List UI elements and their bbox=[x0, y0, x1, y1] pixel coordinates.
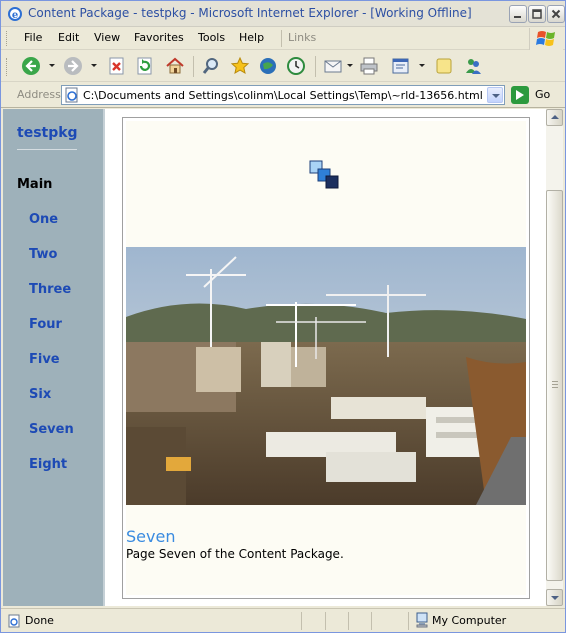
sidebar-item-two[interactable]: Two bbox=[29, 247, 57, 262]
menu-view[interactable]: View bbox=[94, 31, 120, 44]
sidebar-item-six[interactable]: Six bbox=[29, 387, 51, 402]
refresh-icon[interactable] bbox=[135, 56, 155, 76]
scroll-down-button[interactable] bbox=[546, 589, 563, 606]
menu-tools[interactable]: Tools bbox=[198, 31, 225, 44]
ie-logo-icon: e bbox=[8, 7, 22, 21]
title-bar[interactable]: e Content Package - testpkg - Microsoft … bbox=[1, 1, 565, 27]
vertical-scrollbar[interactable] bbox=[546, 109, 563, 606]
status-separator bbox=[371, 612, 372, 630]
status-separator bbox=[325, 612, 326, 630]
scroll-up-button[interactable] bbox=[546, 109, 563, 126]
minimize-button[interactable] bbox=[509, 5, 527, 23]
toolbar-separator bbox=[193, 56, 194, 77]
page-panel: Seven Page Seven of the Content Package. bbox=[116, 111, 548, 604]
go-button[interactable]: Go bbox=[509, 85, 561, 105]
forward-icon[interactable] bbox=[63, 56, 83, 76]
sidebar-section-main[interactable]: Main bbox=[17, 177, 52, 192]
menu-edit[interactable]: Edit bbox=[58, 31, 79, 44]
home-icon[interactable] bbox=[165, 56, 185, 76]
address-input[interactable]: C:\Documents and Settings\colinm\Local S… bbox=[83, 89, 483, 102]
maximize-icon bbox=[532, 9, 542, 19]
edit-icon[interactable] bbox=[391, 56, 411, 76]
status-separator bbox=[408, 612, 409, 630]
go-arrow-icon bbox=[511, 86, 529, 104]
sidebar-item-eight[interactable]: Eight bbox=[29, 457, 67, 472]
package-logo-icon bbox=[309, 160, 339, 189]
menu-help[interactable]: Help bbox=[239, 31, 264, 44]
status-separator bbox=[301, 612, 302, 630]
page-frame: Seven Page Seven of the Content Package. bbox=[122, 117, 530, 599]
menu-favorites[interactable]: Favorites bbox=[134, 31, 184, 44]
menu-grip[interactable] bbox=[6, 31, 9, 46]
svg-text:e: e bbox=[12, 10, 18, 21]
maximize-button[interactable] bbox=[528, 5, 546, 23]
page-body: Seven Page Seven of the Content Package. bbox=[126, 121, 526, 595]
messenger-icon[interactable] bbox=[463, 56, 483, 76]
links-label[interactable]: Links bbox=[288, 31, 316, 44]
scroll-thumb[interactable] bbox=[546, 190, 563, 581]
mail-icon[interactable] bbox=[323, 56, 343, 76]
search-icon[interactable] bbox=[201, 56, 221, 76]
history-icon[interactable] bbox=[286, 56, 306, 76]
page-heading: Seven bbox=[126, 527, 176, 546]
toolbar-grip[interactable] bbox=[6, 58, 9, 76]
links-separator bbox=[281, 30, 282, 47]
ie-window: e Content Package - testpkg - Microsoft … bbox=[0, 0, 566, 633]
page-description: Page Seven of the Content Package. bbox=[126, 547, 344, 561]
status-text: Done bbox=[25, 614, 54, 627]
sidebar-item-three[interactable]: Three bbox=[29, 282, 71, 297]
address-label: Address bbox=[17, 88, 61, 101]
discuss-icon[interactable] bbox=[434, 56, 454, 76]
back-icon[interactable] bbox=[21, 56, 41, 76]
windows-logo bbox=[529, 28, 563, 50]
favorites-star-icon[interactable] bbox=[230, 56, 250, 76]
browser-content: testpkg Main One Two Three Four Five Six… bbox=[3, 109, 563, 606]
windows-flag-icon bbox=[536, 31, 555, 46]
package-sidebar: testpkg Main One Two Three Four Five Six… bbox=[3, 109, 105, 606]
close-button[interactable] bbox=[547, 5, 565, 23]
menu-bar: File Edit View Favorites Tools Help Link… bbox=[1, 27, 565, 50]
security-zone-label: My Computer bbox=[432, 614, 507, 627]
stop-icon[interactable] bbox=[107, 56, 127, 76]
construction-site-photo bbox=[126, 247, 526, 505]
toolbar-separator bbox=[315, 56, 316, 77]
page-icon bbox=[65, 87, 78, 103]
close-icon bbox=[551, 9, 561, 19]
print-icon[interactable] bbox=[359, 56, 379, 76]
window-title: Content Package - testpkg - Microsoft In… bbox=[28, 6, 472, 20]
edit-dropdown[interactable] bbox=[419, 64, 425, 67]
sidebar-item-one[interactable]: One bbox=[29, 212, 58, 227]
mail-dropdown[interactable] bbox=[347, 64, 353, 67]
media-icon[interactable] bbox=[258, 56, 278, 76]
my-computer-icon bbox=[416, 612, 428, 628]
back-dropdown[interactable] bbox=[49, 64, 55, 67]
address-dropdown-button[interactable] bbox=[487, 87, 503, 103]
status-bar: Done My Computer bbox=[1, 608, 565, 632]
standard-toolbar bbox=[1, 51, 565, 82]
sidebar-item-four[interactable]: Four bbox=[29, 317, 62, 332]
status-separator bbox=[348, 612, 349, 630]
minimize-icon bbox=[514, 16, 521, 18]
package-title-link[interactable]: testpkg bbox=[17, 125, 78, 141]
address-field[interactable]: C:\Documents and Settings\colinm\Local S… bbox=[61, 85, 505, 105]
sidebar-item-seven[interactable]: Seven bbox=[29, 422, 74, 437]
scroll-grip-icon bbox=[552, 381, 558, 388]
sidebar-item-five[interactable]: Five bbox=[29, 352, 60, 367]
address-bar: Address C:\Documents and Settings\colinm… bbox=[1, 82, 565, 108]
forward-dropdown[interactable] bbox=[91, 64, 97, 67]
go-label: Go bbox=[535, 88, 551, 101]
sidebar-divider bbox=[17, 149, 77, 150]
page-done-icon bbox=[8, 614, 20, 628]
menu-file[interactable]: File bbox=[24, 31, 42, 44]
